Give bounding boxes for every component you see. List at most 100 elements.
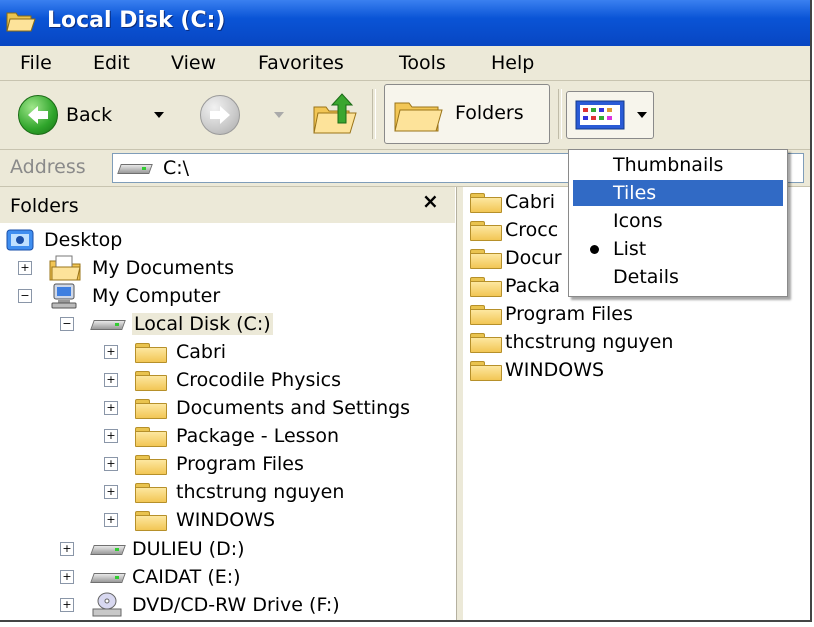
folder-icon [469, 248, 503, 269]
expand-toggle[interactable]: + [104, 373, 118, 387]
drive-icon [90, 567, 126, 587]
tree-item-drive-d[interactable]: + DULIEU (D:) [60, 536, 245, 562]
expand-toggle[interactable]: + [60, 598, 74, 612]
view-option-icons[interactable]: Icons [573, 208, 783, 234]
back-button[interactable]: Back [18, 95, 112, 135]
address-label: Address [10, 156, 86, 178]
view-option-details[interactable]: Details [573, 264, 783, 290]
view-option-thumbnails[interactable]: Thumbnails [573, 152, 783, 178]
tree-item-folder[interactable]: + thcstrung nguyen [104, 479, 344, 505]
tree-item-label: My Computer [92, 285, 221, 307]
forward-arrow-icon [200, 95, 240, 135]
list-item[interactable]: Program Files [469, 301, 633, 327]
folder-icon [469, 192, 503, 213]
folder-icon [469, 332, 503, 353]
list-item[interactable]: WINDOWS [469, 357, 604, 383]
menu-help[interactable]: Help [491, 52, 534, 74]
cd-drive-icon [92, 592, 122, 617]
view-option-label: Details [613, 266, 679, 288]
expand-toggle[interactable]: + [60, 542, 74, 556]
folder-icon [469, 360, 503, 381]
menu-edit[interactable]: Edit [93, 52, 130, 74]
drive-icon [90, 539, 126, 559]
tree-item-folder[interactable]: + Cabri [104, 339, 226, 365]
back-label: Back [66, 104, 113, 126]
tree-item-folder[interactable]: + Package - Lesson [104, 423, 339, 449]
list-item[interactable]: Cabri [469, 189, 555, 215]
list-item[interactable]: Crocc [469, 217, 558, 243]
close-pane-button[interactable]: × [422, 189, 439, 213]
list-item-label: Cabri [505, 191, 556, 213]
folder-icon [134, 510, 168, 531]
folder-icon [134, 426, 168, 447]
folder-icon [134, 398, 168, 419]
tree-item-folder[interactable]: + Documents and Settings [104, 395, 410, 421]
expand-toggle[interactable]: + [104, 401, 118, 415]
view-option-label: Thumbnails [613, 154, 724, 176]
tree-item-label: Desktop [44, 229, 123, 251]
views-dropdown-menu: Thumbnails Tiles Icons List Details [568, 149, 788, 297]
tree-item-label: Package - Lesson [176, 425, 340, 447]
back-arrow-icon [18, 95, 58, 135]
forward-button[interactable] [200, 95, 240, 135]
menu-view[interactable]: View [171, 52, 216, 74]
tree-item-drive-f[interactable]: + DVD/CD-RW Drive (F:) [60, 592, 340, 618]
folders-button[interactable]: Folders [384, 84, 550, 144]
tree-item-label: Local Disk (C:) [132, 313, 273, 335]
expand-toggle[interactable]: + [60, 570, 74, 584]
collapse-toggle[interactable]: − [18, 289, 32, 303]
explorer-window: Local Disk (C:) File Edit View Favorites… [0, 0, 812, 622]
expand-toggle[interactable]: + [104, 429, 118, 443]
view-option-label: Icons [613, 210, 663, 232]
drive-icon [117, 158, 153, 178]
collapse-toggle[interactable]: − [60, 317, 74, 331]
view-option-label: List [613, 238, 647, 260]
views-button[interactable] [566, 91, 654, 139]
tree-item-folder[interactable]: + WINDOWS [104, 507, 275, 533]
expand-toggle[interactable]: + [104, 345, 118, 359]
tree-item-drive-e[interactable]: + CAIDAT (E:) [60, 564, 241, 590]
tree-item-desktop[interactable]: Desktop [6, 227, 122, 253]
folder-icon [134, 454, 168, 475]
expand-toggle[interactable]: + [104, 513, 118, 527]
tree-item-local-disk-c[interactable]: − Local Disk (C:) [60, 311, 273, 337]
list-item[interactable]: thcstrung nguyen [469, 329, 673, 355]
forward-history-dropdown[interactable] [274, 112, 284, 118]
tree-item-label: DVD/CD-RW Drive (F:) [132, 594, 340, 616]
folders-pane-title: Folders [10, 195, 79, 217]
folders-pane-header: Folders × [0, 187, 455, 223]
view-option-list[interactable]: List [573, 236, 783, 262]
list-item[interactable]: Packa [469, 273, 560, 299]
folder-icon [134, 482, 168, 503]
tree-item-label: Cabri [176, 341, 227, 363]
up-folder-button[interactable] [312, 93, 358, 135]
expand-toggle[interactable]: + [18, 261, 32, 275]
tree-item-folder[interactable]: + Program Files [104, 451, 304, 477]
view-option-tiles[interactable]: Tiles [573, 180, 783, 206]
expand-toggle[interactable]: + [104, 457, 118, 471]
list-item[interactable]: Docur [469, 245, 562, 271]
list-item-label: thcstrung nguyen [505, 331, 674, 353]
tree-item-label: My Documents [92, 257, 235, 279]
menu-tools[interactable]: Tools [399, 52, 446, 74]
tree-item-my-computer[interactable]: − My Computer [18, 283, 220, 309]
title-bar[interactable]: Local Disk (C:) [0, 0, 810, 46]
tree-item-my-documents[interactable]: + My Documents [18, 255, 234, 281]
menu-favorites[interactable]: Favorites [258, 52, 344, 74]
my-documents-icon [49, 255, 81, 281]
folder-icon [469, 220, 503, 241]
my-computer-icon [51, 283, 77, 309]
expand-toggle[interactable]: + [104, 485, 118, 499]
views-icon [575, 100, 625, 130]
tree-item-folder[interactable]: + Crocodile Physics [104, 367, 341, 393]
back-history-dropdown[interactable] [154, 112, 164, 118]
folders-label: Folders [455, 102, 524, 124]
list-item-label: WINDOWS [505, 359, 605, 381]
toolbar-separator [372, 89, 376, 139]
menu-file[interactable]: File [20, 52, 52, 74]
view-option-label: Tiles [613, 182, 657, 204]
list-item-label: Program Files [505, 303, 633, 325]
folder-icon [134, 342, 168, 363]
up-folder-icon [313, 93, 357, 134]
window-title: Local Disk (C:) [47, 8, 226, 33]
